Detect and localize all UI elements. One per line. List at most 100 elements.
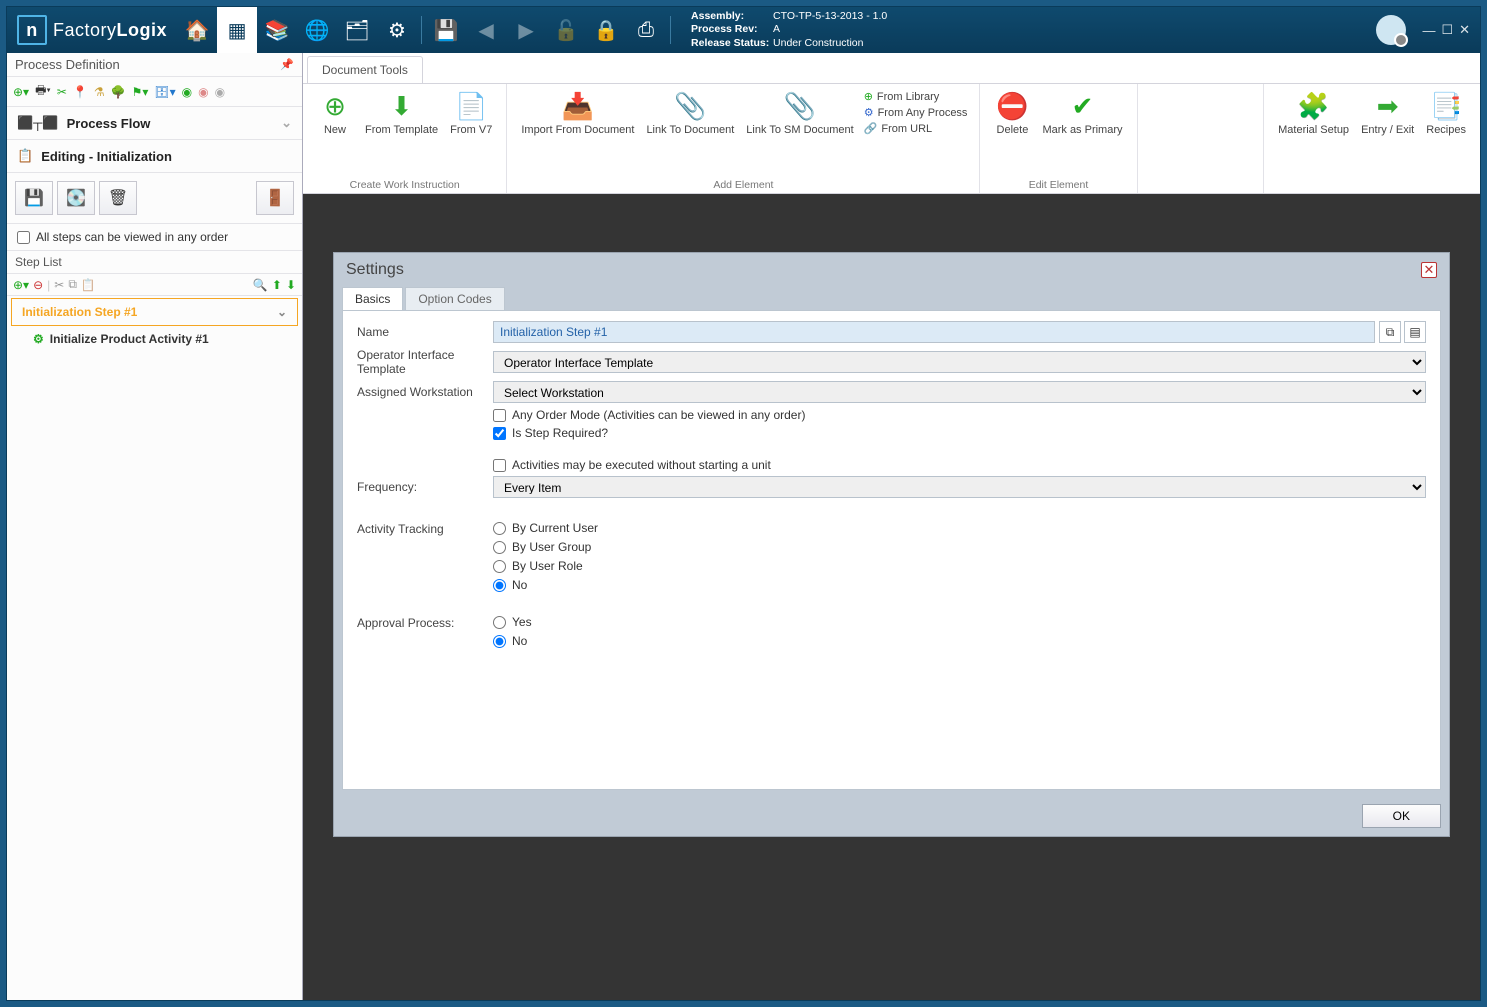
process-flow-row[interactable]: ⬛┬⬛ Process Flow ⌄: [7, 107, 302, 140]
is-required-checkbox[interactable]: [493, 427, 506, 440]
unlock-icon[interactable]: 🔓: [546, 7, 586, 53]
exec-without-label: Activities may be executed without start…: [512, 458, 771, 472]
chevron-down-icon[interactable]: ⌄: [277, 305, 287, 319]
oit-label: Operator Interface Template: [357, 348, 493, 376]
oit-select[interactable]: Operator Interface Template: [493, 351, 1426, 373]
approval-yes-radio[interactable]: [493, 616, 506, 629]
chevron-down-icon[interactable]: ⌄: [281, 115, 292, 131]
ribbon-group-create: ⊕New ⬇From Template 📄From V7 Create Work…: [303, 84, 507, 193]
disk-icon[interactable]: 💾: [15, 181, 53, 215]
tab-option-codes[interactable]: Option Codes: [405, 287, 504, 310]
grid-icon[interactable]: ▦: [217, 7, 257, 53]
title-toolbar: 🏠 ▦ 📚 🌐 🗂 ⚙ 💾 ◀ ▶ 🔓 🔒 ⎙: [177, 7, 675, 53]
any-order-mode-checkbox[interactable]: [493, 409, 506, 422]
list-icon[interactable]: 🗂: [337, 7, 377, 53]
print-dropdown[interactable]: 🖶▾: [35, 81, 51, 102]
flag-dropdown[interactable]: ⚑▾: [132, 85, 149, 99]
settings-close-icon[interactable]: ✕: [1421, 262, 1437, 278]
ribbon-group-right: 🧩Material Setup ➡Entry / Exit 📑Recipes: [1263, 84, 1480, 193]
settings-header: Settings ✕: [334, 253, 1449, 287]
recipes-button[interactable]: 📑Recipes: [1420, 88, 1472, 138]
approval-yes-label: Yes: [512, 615, 532, 629]
any-order-checkbox[interactable]: [17, 231, 30, 244]
approval-no-label: No: [512, 634, 527, 648]
name-input[interactable]: [493, 321, 1375, 343]
tab-document-tools[interactable]: Document Tools: [307, 56, 423, 83]
group-label-create: Create Work Instruction: [311, 177, 498, 191]
import-doc-button[interactable]: 📥Import From Document: [515, 88, 640, 138]
door-icon[interactable]: 🚪: [256, 181, 294, 215]
circle3-icon[interactable]: ◉: [215, 85, 225, 99]
copy-icon[interactable]: ⧉: [68, 277, 77, 292]
exec-without-checkbox[interactable]: [493, 459, 506, 472]
db-dropdown[interactable]: 🗄▾: [154, 85, 175, 99]
mark-primary-button[interactable]: ✔Mark as Primary: [1036, 88, 1128, 138]
user-icon[interactable]: [1376, 15, 1406, 45]
window-controls: — ☐ ✕: [1376, 15, 1480, 45]
from-library-link[interactable]: ⊕From Library: [864, 90, 968, 103]
back-icon[interactable]: ◀: [466, 7, 506, 53]
editing-row[interactable]: 📋 Editing - Initialization: [7, 140, 302, 173]
add-step-dropdown[interactable]: ⊕▾: [13, 278, 29, 292]
close-button[interactable]: ✕: [1459, 22, 1470, 38]
save-icon[interactable]: 💾: [426, 7, 466, 53]
down-icon[interactable]: ⬇: [286, 278, 296, 292]
workstation-label: Assigned Workstation: [357, 385, 493, 399]
tracking-no-radio[interactable]: [493, 579, 506, 592]
from-url-link[interactable]: 🔗From URL: [864, 122, 968, 135]
minimize-button[interactable]: —: [1422, 23, 1435, 38]
tab-basics[interactable]: Basics: [342, 287, 403, 310]
add-dropdown[interactable]: ⊕▾: [13, 85, 29, 99]
activity-item-initialize[interactable]: ⚙ Initialize Product Activity #1: [7, 328, 302, 350]
forward-icon[interactable]: ▶: [506, 7, 546, 53]
new-button[interactable]: ⊕New: [311, 88, 359, 138]
gear-icon[interactable]: ⚙: [377, 7, 417, 53]
ribbon: ⊕New ⬇From Template 📄From V7 Create Work…: [303, 84, 1480, 194]
search-icon[interactable]: 🔍: [253, 278, 268, 292]
circle1-icon[interactable]: ◉: [182, 85, 192, 99]
home-icon[interactable]: 🏠: [177, 7, 217, 53]
name-action2-icon[interactable]: ▤: [1404, 321, 1426, 343]
name-action1-icon[interactable]: ⧉: [1379, 321, 1401, 343]
lock-icon[interactable]: 🔒: [586, 7, 626, 53]
circle2-icon[interactable]: ◉: [198, 85, 208, 99]
any-order-mode-label: Any Order Mode (Activities can be viewed…: [512, 408, 805, 422]
titlebar: n FactoryLogix 🏠 ▦ 📚 🌐 🗂 ⚙ 💾 ◀ ▶ 🔓 🔒 ⎙ A…: [7, 7, 1480, 53]
tracking-group-radio[interactable]: [493, 541, 506, 554]
cut-icon[interactable]: ✂: [57, 85, 67, 99]
remove-step[interactable]: ⊖: [33, 278, 43, 292]
workstation-select[interactable]: Select Workstation: [493, 381, 1426, 403]
paste-icon[interactable]: 📋: [81, 278, 96, 292]
ok-button[interactable]: OK: [1362, 804, 1441, 828]
disk2-icon[interactable]: 💽: [57, 181, 95, 215]
step-item-initialization[interactable]: Initialization Step #1 ⌄: [11, 298, 298, 326]
tracking-role-radio[interactable]: [493, 560, 506, 573]
frequency-select[interactable]: Every Item: [493, 476, 1426, 498]
group-label-edit: Edit Element: [988, 177, 1128, 191]
maximize-button[interactable]: ☐: [1441, 22, 1453, 38]
stack-icon[interactable]: 📚: [257, 7, 297, 53]
pin2-icon[interactable]: 📍: [73, 85, 88, 99]
barcode-icon[interactable]: ⎙: [626, 7, 666, 53]
material-setup-button[interactable]: 🧩Material Setup: [1272, 88, 1355, 138]
link-doc-button[interactable]: 📎Link To Document: [640, 88, 740, 138]
entry-exit-button[interactable]: ➡Entry / Exit: [1355, 88, 1420, 138]
flask-icon[interactable]: ⚗: [94, 85, 105, 99]
sidebar: Process Definition 📌 ⊕▾ 🖶▾ ✂ 📍 ⚗ 🌳 ⚑▾ 🗄▾…: [7, 53, 303, 1000]
from-any-process-link[interactable]: ⚙From Any Process: [864, 106, 968, 119]
globe-icon[interactable]: 🌐: [297, 7, 337, 53]
checklist-icon: 📋: [17, 148, 33, 164]
delete-button[interactable]: ⛔Delete: [988, 88, 1036, 138]
tree-icon[interactable]: 🌳: [111, 85, 126, 99]
from-template-button[interactable]: ⬇From Template: [359, 88, 444, 138]
up-icon[interactable]: ⬆: [272, 278, 282, 292]
approval-no-radio[interactable]: [493, 635, 506, 648]
link-sm-button[interactable]: 📎Link To SM Document: [740, 88, 859, 138]
pin-icon[interactable]: 📌: [280, 58, 294, 71]
from-v7-button[interactable]: 📄From V7: [444, 88, 498, 138]
frequency-label: Frequency:: [357, 480, 493, 494]
scissors-icon[interactable]: ✂: [54, 278, 64, 292]
tracking-current-radio[interactable]: [493, 522, 506, 535]
trash-icon[interactable]: 🗑: [99, 181, 137, 215]
add-small-list: ⊕From Library ⚙From Any Process 🔗From UR…: [860, 88, 972, 138]
